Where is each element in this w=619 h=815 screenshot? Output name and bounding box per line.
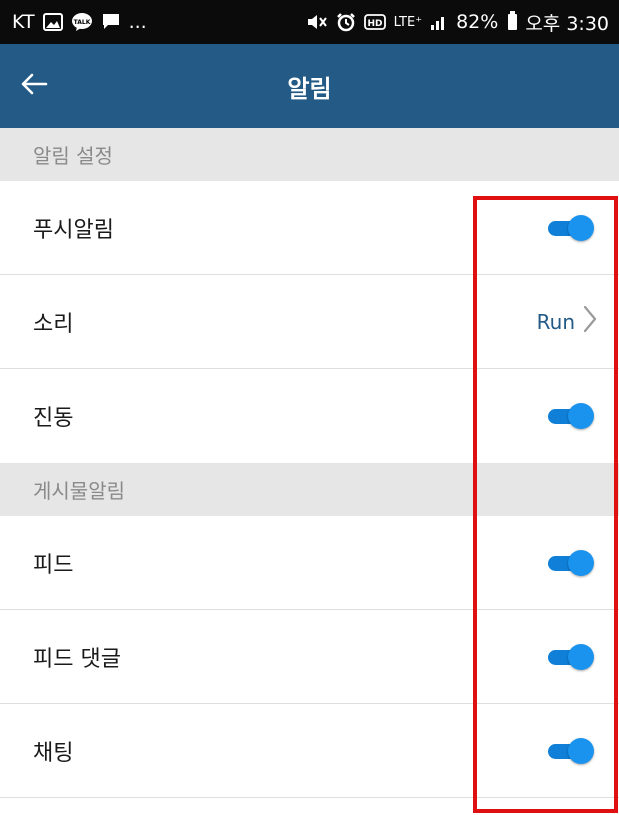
- row-label: 푸시알림: [33, 217, 114, 243]
- feed-toggle[interactable]: [544, 548, 594, 578]
- back-arrow-icon: [20, 72, 48, 100]
- sound-value: Run: [536, 309, 575, 334]
- section-header-notification-settings: 알림 설정: [0, 128, 619, 181]
- status-bar-right: HD LTE⁺ 82% 오후 3:30: [306, 9, 609, 36]
- svg-text:HD: HD: [367, 19, 382, 29]
- row-feed: 피드: [0, 516, 619, 610]
- status-bar: KT TALK ... HD LTE⁺ 82% 오후 3:30: [0, 0, 619, 44]
- sound-value-link[interactable]: Run: [537, 305, 597, 338]
- more-notifications-indicator: ...: [128, 11, 147, 33]
- gallery-icon: [42, 13, 63, 31]
- mute-icon: [306, 13, 328, 31]
- chat-toggle[interactable]: [544, 736, 594, 766]
- toggle-thumb: [568, 403, 594, 429]
- row-push-notification: 푸시알림: [0, 181, 619, 275]
- svg-text:TALK: TALK: [73, 19, 90, 26]
- battery-icon: [508, 11, 518, 30]
- carrier-label: KT: [12, 11, 35, 33]
- row-sound[interactable]: 소리 Run: [0, 275, 619, 369]
- battery-percent: 82%: [456, 11, 499, 33]
- signal-icon: [430, 13, 448, 31]
- row-vibration: 진동: [0, 369, 619, 463]
- row-label: 진동: [33, 406, 74, 431]
- kakaotalk-icon: TALK: [71, 12, 93, 32]
- app-bar: 알림: [0, 44, 619, 128]
- chevron-right-icon: [583, 305, 597, 338]
- feed-comments-toggle[interactable]: [544, 642, 594, 672]
- hd-icon: HD: [363, 14, 386, 30]
- status-bar-left: KT TALK ...: [12, 11, 147, 33]
- toggle-thumb: [568, 549, 594, 576]
- push-notification-toggle[interactable]: [544, 213, 594, 243]
- toggle-thumb: [568, 214, 594, 241]
- row-chat: 채팅: [0, 704, 619, 798]
- section-header-post-notifications: 게시물알림: [0, 463, 619, 516]
- toggle-thumb: [568, 737, 594, 764]
- alarm-icon: [336, 12, 356, 32]
- row-label: 소리: [33, 311, 74, 337]
- row-feed-comments: 피드 댓글: [0, 610, 619, 704]
- notification-settings-screen: KT TALK ... HD LTE⁺ 82% 오후 3:30 알림 알림 설정…: [0, 0, 619, 815]
- row-label: 피드 댓글: [33, 646, 121, 672]
- row-label: 채팅: [33, 740, 74, 766]
- vibration-toggle[interactable]: [544, 401, 594, 431]
- chat-icon: [101, 13, 121, 31]
- toggle-thumb: [568, 643, 594, 670]
- back-button[interactable]: [20, 44, 64, 128]
- clock: 오후 3:30: [525, 12, 609, 35]
- page-title: 알림: [287, 74, 332, 103]
- lte-indicator: LTE⁺: [393, 14, 423, 30]
- row-label: 피드: [33, 552, 74, 578]
